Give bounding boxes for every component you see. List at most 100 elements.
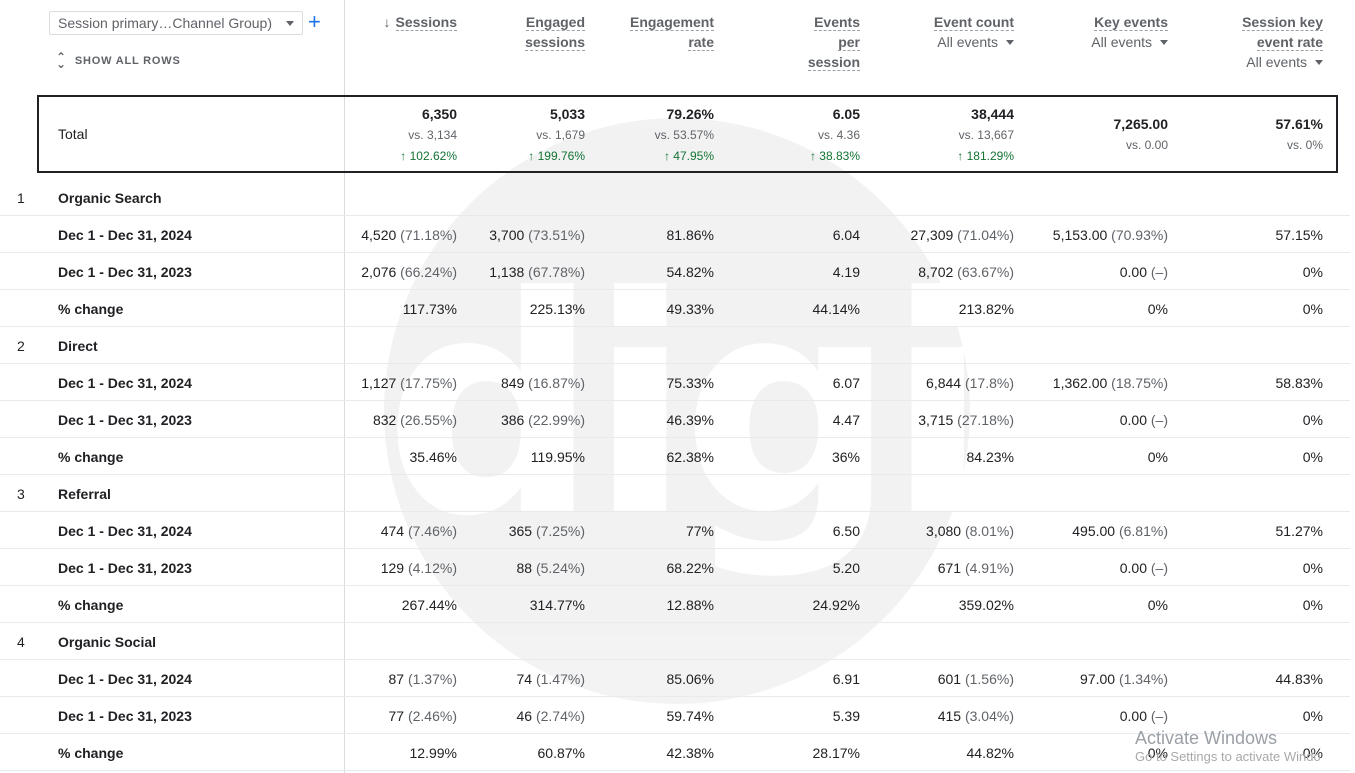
column-header-sessions[interactable]: ↓ Sessions <box>347 12 457 32</box>
total-cell: 6,350 vs. 3,134 ↑ 102.62% <box>347 104 457 167</box>
cell-value: 0% <box>1302 708 1323 724</box>
cell-value: 1,362.00 <box>1052 375 1108 391</box>
row-index: 1 <box>17 190 25 206</box>
table-cell: 0% <box>1123 449 1323 465</box>
cell-value: 671 <box>937 560 962 576</box>
table-row: Dec 1 - Dec 31, 2023 2,076 (66.24%) 1,138 … <box>0 253 1350 290</box>
column-header-text: Event count <box>933 14 1014 31</box>
total-main: 57.61% <box>1275 116 1323 132</box>
cell-value: 495.00 <box>1072 523 1116 539</box>
total-chg: ↑ 38.83% <box>809 149 860 163</box>
dimension-label: Session primary…Channel Group) <box>58 15 272 31</box>
total-label: Total <box>58 126 88 142</box>
total-chg: ↑ 47.95% <box>663 149 714 163</box>
table-cell: 57.15% <box>1123 227 1323 243</box>
row-label: Dec 1 - Dec 31, 2024 <box>58 671 192 687</box>
table-row: Dec 1 - Dec 31, 2023 832 (26.55%) 386 (22.… <box>0 401 1350 438</box>
group-row[interactable]: 1 Organic Search <box>0 179 1350 216</box>
total-chg: ↑ 181.29% <box>957 149 1014 163</box>
table-cell: 0% <box>1123 412 1323 428</box>
total-vs: vs. 1,679 <box>536 128 585 142</box>
column-header-line: Engagement <box>604 12 714 32</box>
total-vs: vs. 13,667 <box>958 128 1014 142</box>
total-main: 5,033 <box>549 106 585 122</box>
row-label: Dec 1 - Dec 31, 2023 <box>58 708 192 724</box>
dimension-select[interactable]: Session primary…Channel Group) <box>49 11 303 35</box>
total-cell: 5,033 vs. 1,679 ↑ 199.76% <box>475 104 585 167</box>
row-label: Dec 1 - Dec 31, 2024 <box>58 227 192 243</box>
total-chg: ↑ 199.76% <box>528 149 585 163</box>
column-header-text: rate <box>688 34 714 51</box>
column-header-line: session <box>750 52 860 72</box>
row-label: % change <box>58 301 124 317</box>
column-header-events_per[interactable]: Events per session <box>750 12 860 72</box>
row-label: % change <box>58 449 124 465</box>
row-label: Dec 1 - Dec 31, 2023 <box>58 560 192 576</box>
column-header-text: Engagement <box>629 14 714 31</box>
activate-subtitle: Go to Settings to activate Windo <box>1135 749 1321 764</box>
cell-value: 97.00 <box>1080 671 1116 687</box>
total-cell: 79.26% vs. 53.57% ↑ 47.95% <box>604 104 714 167</box>
group-row[interactable]: 4 Organic Social <box>0 623 1350 660</box>
total-vs: vs. 0.00 <box>1125 138 1168 152</box>
column-header-line: per <box>750 32 860 52</box>
group-row[interactable]: 3 Referral <box>0 475 1350 512</box>
metric-selector[interactable]: All events <box>874 32 1014 52</box>
column-header-text: Events <box>814 14 860 31</box>
cell-value: 415 <box>937 708 962 724</box>
total-vs: vs. 3,134 <box>408 128 457 142</box>
total-vs: vs. 4.36 <box>817 128 860 142</box>
row-label: Dec 1 - Dec 31, 2023 <box>58 264 192 280</box>
cell-value: 0% <box>1302 301 1323 317</box>
column-header-line: ↓ Sessions <box>347 12 457 32</box>
table-row: Dec 1 - Dec 31, 2023 129 (4.12%) 88 (5.24%… <box>0 549 1350 586</box>
show-all-rows-button[interactable]: ⌃ ⌄ SHOW ALL ROWS <box>56 50 181 71</box>
activate-windows-notice: Activate Windows Go to Settings to activ… <box>1135 727 1321 765</box>
add-dimension-button[interactable]: + <box>308 10 321 34</box>
metric-selector-inner: All events <box>1246 52 1323 72</box>
total-cell: 6.05 vs. 4.36 ↑ 38.83% <box>750 104 860 167</box>
total-main: 6,350 <box>421 106 457 122</box>
chevron-down-icon <box>1006 39 1014 45</box>
cell-value: 27,309 <box>910 227 954 243</box>
chevron-down-icon <box>1160 39 1168 45</box>
cell-value: 0% <box>1302 597 1323 613</box>
total-chg: ↑ 102.62% <box>400 149 457 163</box>
table-row: Dec 1 - Dec 31, 2024 474 (7.46%) 365 (7.25… <box>0 512 1350 549</box>
table-cell: 0% <box>1123 264 1323 280</box>
expand-icon: ⌃ ⌄ <box>56 50 67 71</box>
column-header-text: Key events <box>1094 14 1168 31</box>
total-cell: 57.61% vs. 0% <box>1183 114 1323 156</box>
cell-value: 58.83% <box>1275 375 1323 391</box>
metric-selector-label: All events <box>1091 34 1152 50</box>
table-cell: 0% <box>1123 301 1323 317</box>
column-header-line: Events <box>750 12 860 32</box>
row-label: % change <box>58 597 124 613</box>
column-header-line: rate <box>604 32 714 52</box>
show-all-rows-label: SHOW ALL ROWS <box>74 55 181 67</box>
metric-selector-label: All events <box>1246 54 1307 70</box>
group-row[interactable]: 2 Direct <box>0 327 1350 364</box>
group-name: Organic Social <box>58 634 157 650</box>
table-row: % change 117.73% 225.13% 49.33% 44.14% 213.82… <box>0 290 1350 327</box>
column-header-engaged[interactable]: Engaged sessions <box>475 12 585 52</box>
column-header-event_count[interactable]: Event count All events <box>874 12 1014 52</box>
cell-value: 0% <box>1302 412 1323 428</box>
column-header-key_rate[interactable]: Session key event rate All events <box>1183 12 1323 72</box>
row-label: Dec 1 - Dec 31, 2024 <box>58 523 192 539</box>
column-header-line: event rate <box>1183 32 1323 52</box>
column-header-line: Engaged <box>475 12 585 32</box>
table-cell: 44.83% <box>1123 671 1323 687</box>
row-label: Dec 1 - Dec 31, 2024 <box>58 375 192 391</box>
arrow-down-icon: ↓ <box>383 14 391 30</box>
column-header-key_events[interactable]: Key events All events <box>1028 12 1168 52</box>
metric-selector[interactable]: All events <box>1028 32 1168 52</box>
column-header-eng_rate[interactable]: Engagement rate <box>604 12 714 52</box>
metric-selector[interactable]: All events <box>1183 52 1323 72</box>
total-cell: 7,265.00 vs. 0.00 <box>1028 114 1169 156</box>
row-index: 4 <box>17 634 25 650</box>
cell-value: 5,153.00 <box>1052 227 1108 243</box>
column-header-text: sessions <box>525 34 585 51</box>
metric-selector-inner: All events <box>937 32 1014 52</box>
column-header-line: Key events <box>1028 12 1168 32</box>
